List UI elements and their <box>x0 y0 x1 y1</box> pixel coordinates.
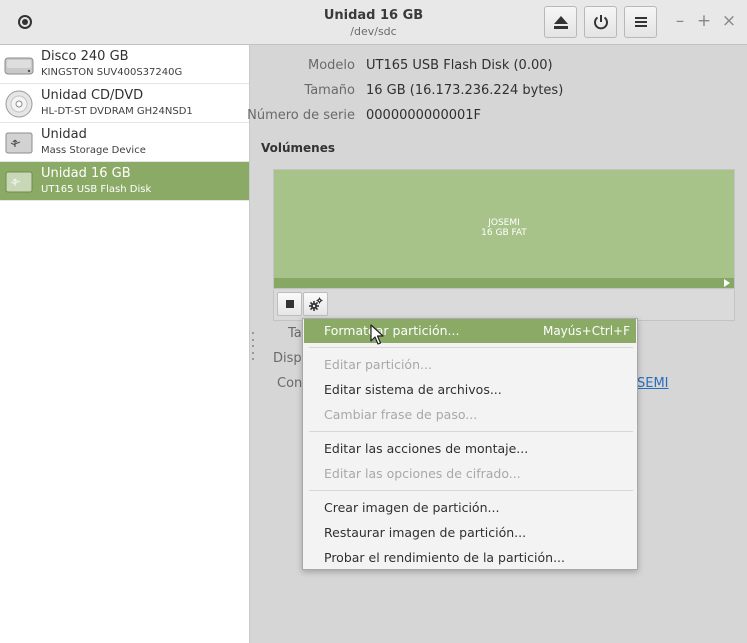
usb-drive-icon <box>5 171 33 193</box>
menu-icon <box>634 17 647 27</box>
volume-toolbar <box>273 290 735 321</box>
stop-icon <box>285 300 294 308</box>
drive-model: UT165 USB Flash Disk <box>41 184 152 195</box>
menu-separator <box>309 490 633 491</box>
menu-item-create-image[interactable]: Crear imagen de partición... <box>304 496 636 520</box>
volume-map: JOSEMI 16 GB FAT <box>273 169 735 289</box>
gear-icon <box>308 297 322 311</box>
eject-icon <box>553 15 568 29</box>
menu-separator <box>309 347 633 348</box>
serial-label: Número de serie <box>247 108 355 123</box>
play-arrow-icon <box>724 279 730 287</box>
menu-item-edit-partition: Editar partición... <box>324 357 432 372</box>
power-icon <box>593 15 608 30</box>
model-label: Modelo <box>308 58 355 73</box>
menu-item-restore-image[interactable]: Restaurar imagen de partición... <box>304 521 636 545</box>
menu-item-edit-mount-options[interactable]: Editar las acciones de montaje... <box>304 437 636 461</box>
partition-desc: 16 GB FAT <box>481 228 527 238</box>
partition-context-menu: Formatear partición... Mayús+Ctrl+F Edit… <box>302 318 638 570</box>
drive-model: Mass Storage Device <box>41 145 146 156</box>
drive-list: Disco 240 GB KINGSTON SUV400S37240G Unid… <box>0 45 250 643</box>
drive-name: Unidad 16 GB <box>41 166 131 181</box>
partition-options-button[interactable] <box>303 292 328 316</box>
mount-point-link[interactable]: SEMI <box>637 376 669 391</box>
menu-item-change-passphrase: Cambiar frase de paso... <box>324 407 478 422</box>
minimize-button[interactable]: – <box>672 11 688 31</box>
serial-value: 0000000000001F <box>366 108 482 123</box>
menu-item-edit-filesystem[interactable]: Editar sistema de archivos... <box>304 378 636 402</box>
partition-segment[interactable]: JOSEMI 16 GB FAT <box>274 170 734 278</box>
power-button[interactable] <box>584 6 617 38</box>
unmount-button[interactable] <box>277 292 302 316</box>
drive-item-disco-240[interactable]: Disco 240 GB KINGSTON SUV400S37240G <box>0 45 249 84</box>
model-value: UT165 USB Flash Disk (0.00) <box>366 58 553 73</box>
drive-name: Unidad CD/DVD <box>41 88 144 103</box>
drive-item-cd-dvd[interactable]: Unidad CD/DVD HL-DT-ST DVDRAM GH24NSD1 <box>0 84 249 123</box>
title-bar: Unidad 16 GB /dev/sdc – + × <box>0 0 747 45</box>
mouse-cursor-icon <box>370 324 384 345</box>
menu-item-benchmark[interactable]: Probar el rendimiento de la partición... <box>304 546 636 570</box>
drive-model: HL-DT-ST DVDRAM GH24NSD1 <box>41 106 193 117</box>
close-button[interactable]: × <box>721 11 737 31</box>
size-label: Tamaño <box>304 83 355 98</box>
partition-size-label: Ta <box>288 326 302 341</box>
hard-disk-icon <box>4 57 34 75</box>
optical-disc-icon <box>5 90 33 118</box>
menu-separator <box>309 431 633 432</box>
maximize-button[interactable]: + <box>696 11 712 31</box>
size-value: 16 GB (16.173.236.224 bytes) <box>366 83 564 98</box>
eject-button[interactable] <box>544 6 577 38</box>
volumes-heading: Volúmenes <box>261 141 335 155</box>
drive-name: Disco 240 GB <box>41 49 129 64</box>
partition-strip <box>274 278 734 288</box>
menu-item-edit-encryption-options: Editar las opciones de cifrado... <box>324 466 521 481</box>
usb-drive-icon <box>5 132 33 154</box>
drive-name: Unidad <box>41 127 87 142</box>
drive-item-unidad-16gb[interactable]: Unidad 16 GB UT165 USB Flash Disk <box>0 162 249 201</box>
drive-model: KINGSTON SUV400S37240G <box>41 67 183 78</box>
menu-item-shortcut: Mayús+Ctrl+F <box>542 324 630 338</box>
drive-item-unidad[interactable]: Unidad Mass Storage Device <box>0 123 249 162</box>
menu-item-label: Formatear partición... <box>324 323 460 338</box>
partition-name: JOSEMI <box>488 218 520 228</box>
drive-menu-button[interactable] <box>624 6 657 38</box>
pane-resize-handle[interactable] <box>251 332 255 360</box>
menu-item-format-partition[interactable]: Formatear partición... Mayús+Ctrl+F <box>304 319 636 343</box>
